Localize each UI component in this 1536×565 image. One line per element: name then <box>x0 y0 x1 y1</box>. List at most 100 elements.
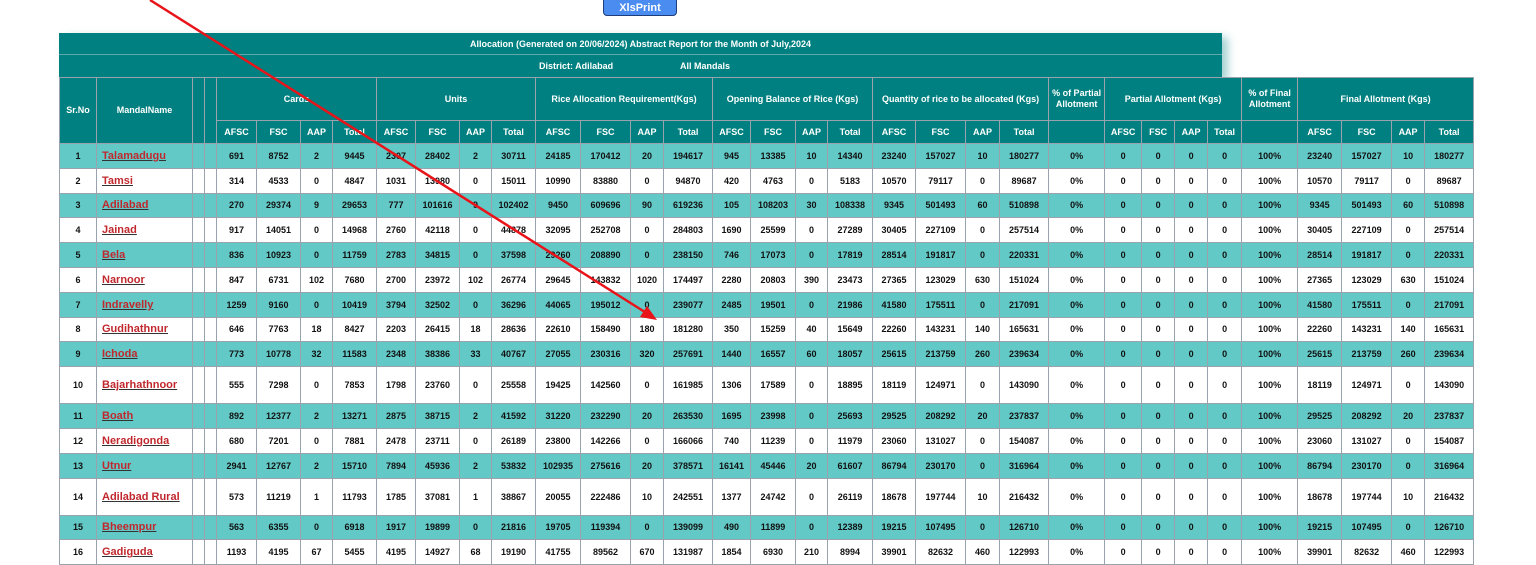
final-afsc-cell: 10570 <box>1297 167 1343 194</box>
final-total-cell: 154087 <box>1424 427 1475 454</box>
sr-no-cell: 2 <box>59 167 97 194</box>
cards-aap-cell: 2 <box>300 403 333 429</box>
cards-total-cell: 11583 <box>331 341 378 368</box>
rice-total-cell: 194617 <box>663 143 714 169</box>
table-row: 14 Adilabad Rural 573 11219 1 11793 1785 37081 1… <box>59 477 1475 516</box>
mandal-link[interactable]: Gadiguda <box>102 546 153 558</box>
units-aap-cell: 2 <box>459 143 493 169</box>
partial-pct-cell: 0% <box>1048 167 1106 194</box>
qty-afsc-cell: 18678 <box>872 477 917 516</box>
opening-afsc-cell: 16141 <box>712 452 752 479</box>
units-aap-cell: 0 <box>459 427 493 454</box>
units-fsc-cell: 23711 <box>415 427 461 454</box>
opening-aap-cell: 0 <box>795 403 829 429</box>
blank-cell <box>204 452 217 479</box>
mandal-link[interactable]: Indravelly <box>102 299 153 311</box>
opening-aap-cell: 0 <box>795 366 829 405</box>
qty-aap-cell: 0 <box>965 452 1001 479</box>
subheader-fsc: FSC <box>580 120 632 144</box>
rice-fsc-cell: 252708 <box>580 217 632 244</box>
partial-fsc-cell: 0 <box>1141 366 1176 405</box>
partial-pct-cell: 0% <box>1048 341 1106 368</box>
mandal-link[interactable]: Bela <box>102 249 125 261</box>
cards-aap-cell: 0 <box>300 427 333 454</box>
mandal-link[interactable]: Adilabad <box>102 199 148 211</box>
opening-fsc-cell: 15259 <box>750 316 797 343</box>
final-aap-cell: 0 <box>1391 514 1426 541</box>
cards-fsc-cell: 14051 <box>256 217 301 244</box>
qty-aap-cell: 0 <box>965 217 1001 244</box>
partial-total-cell: 0 <box>1207 316 1243 343</box>
qty-fsc-cell: 175511 <box>915 291 967 318</box>
final-aap-cell: 260 <box>1391 341 1426 368</box>
opening-aap-cell: 390 <box>795 266 829 293</box>
final-aap-cell: 0 <box>1391 167 1426 194</box>
cards-fsc-cell: 8752 <box>256 143 301 169</box>
partial-aap-cell: 0 <box>1174 366 1209 405</box>
cards-fsc-cell: 6355 <box>256 514 301 541</box>
mandal-link[interactable]: Gudihathnur <box>102 323 168 335</box>
blank-cell <box>192 403 205 429</box>
rice-afsc-cell: 19705 <box>535 514 582 541</box>
partial-fsc-cell: 0 <box>1141 403 1176 429</box>
rice-afsc-cell: 32095 <box>535 217 582 244</box>
mandal-link[interactable]: Neradigonda <box>102 435 169 447</box>
partial-pct-cell: 0% <box>1048 514 1106 541</box>
partial-afsc-cell: 0 <box>1104 452 1143 479</box>
partial-pct-cell: 0% <box>1048 477 1106 516</box>
partial-afsc-cell: 0 <box>1104 291 1143 318</box>
mandal-link[interactable]: Tamsi <box>102 175 133 187</box>
rice-fsc-cell: 195012 <box>580 291 632 318</box>
cards-total-cell: 15710 <box>331 452 378 479</box>
cards-total-cell: 4847 <box>331 167 378 194</box>
table-row: 1 Talamadugu 691 8752 2 9445 2307 28402 2 30711 24… <box>59 143 1475 169</box>
blank-cell <box>192 217 205 244</box>
final-total-cell: 220331 <box>1424 242 1475 268</box>
cards-fsc-cell: 7201 <box>256 427 301 454</box>
mandal-link[interactable]: Utnur <box>102 460 131 472</box>
mandal-name-cell: Tamsi <box>96 167 193 194</box>
partial-total-cell: 0 <box>1207 167 1243 194</box>
mandal-link[interactable]: Boath <box>102 410 133 422</box>
partial-fsc-cell: 0 <box>1141 452 1176 479</box>
subheader-total: Total <box>491 120 537 144</box>
subheader-fsc: FSC <box>256 120 301 144</box>
units-aap-cell: 0 <box>459 217 493 244</box>
final-pct-cell: 100% <box>1241 341 1299 368</box>
rice-total-cell: 94870 <box>663 167 714 194</box>
header-final-pct: % of Final Allotment <box>1241 77 1299 121</box>
final-pct-cell: 100% <box>1241 143 1299 169</box>
partial-aap-cell: 0 <box>1174 341 1209 368</box>
rice-aap-cell: 0 <box>630 514 665 541</box>
mandal-link[interactable]: Ichoda <box>102 348 137 360</box>
rice-fsc-cell: 142266 <box>580 427 632 454</box>
mandal-link[interactable]: Adilabad Rural <box>102 491 180 503</box>
opening-afsc-cell: 420 <box>712 167 752 194</box>
cards-afsc-cell: 270 <box>216 192 257 219</box>
mandal-link[interactable]: Talamadugu <box>102 150 166 162</box>
mandal-link[interactable]: Jainad <box>102 224 137 236</box>
partial-pct-cell: 0% <box>1048 192 1106 219</box>
final-total-cell: 316964 <box>1424 452 1475 479</box>
partial-pct-cell: 0% <box>1048 316 1106 343</box>
district-label: District: Adilabad <box>539 61 614 71</box>
opening-afsc-cell: 490 <box>712 514 752 541</box>
final-fsc-cell: 208292 <box>1341 403 1393 429</box>
xls-print-button[interactable]: XlsPrint <box>603 0 677 16</box>
units-aap-cell: 102 <box>459 266 493 293</box>
mandal-name-cell: Ichoda <box>96 341 193 368</box>
cards-aap-cell: 102 <box>300 266 333 293</box>
rice-total-cell: 181280 <box>663 316 714 343</box>
qty-fsc-cell: 501493 <box>915 192 967 219</box>
opening-total-cell: 108338 <box>827 192 874 219</box>
cards-aap-cell: 32 <box>300 341 333 368</box>
sr-no-cell: 11 <box>59 403 97 429</box>
final-total-cell: 510898 <box>1424 192 1475 219</box>
mandal-link[interactable]: Bajarhathnoor <box>102 379 177 391</box>
mandal-link[interactable]: Narnoor <box>102 274 145 286</box>
mandal-link[interactable]: Bheempur <box>102 521 156 533</box>
final-aap-cell: 20 <box>1391 403 1426 429</box>
qty-total-cell: 154087 <box>999 427 1050 454</box>
opening-total-cell: 25693 <box>827 403 874 429</box>
cards-fsc-cell: 4533 <box>256 167 301 194</box>
